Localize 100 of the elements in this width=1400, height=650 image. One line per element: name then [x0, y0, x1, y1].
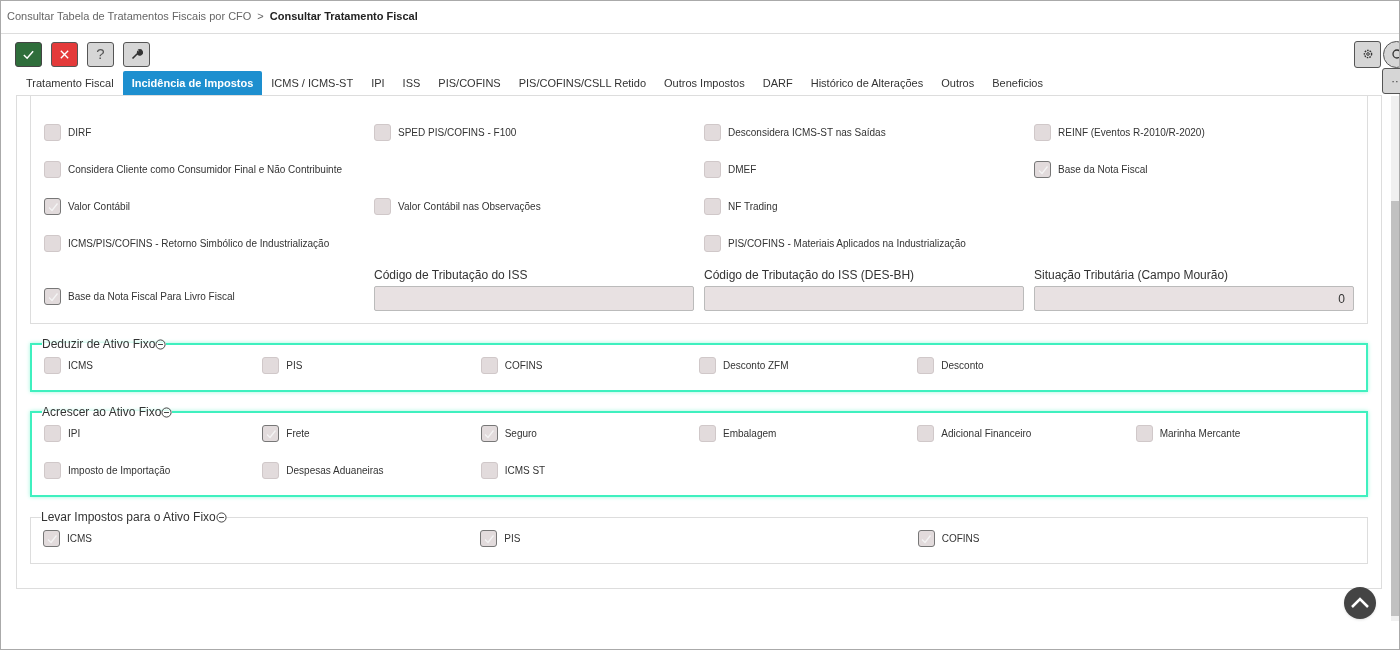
checkbox[interactable] — [44, 288, 61, 305]
checkbox-label: Base da Nota Fiscal Para Livro Fiscal — [68, 290, 235, 304]
checkbox-label: Adicional Financeiro — [941, 427, 1032, 441]
tab[interactable]: Outros Impostos — [655, 71, 754, 95]
checkbox[interactable] — [44, 357, 61, 374]
checkbox-label: COFINS — [941, 532, 980, 546]
cancel-button[interactable] — [51, 41, 78, 67]
field-label: Código de Tributação do ISS — [374, 267, 529, 284]
tab[interactable]: IPI — [362, 71, 394, 95]
checkbox-label: Desconto ZFM — [723, 359, 789, 373]
checkbox[interactable] — [44, 425, 61, 442]
checkbox[interactable] — [699, 357, 716, 374]
checkbox[interactable] — [704, 198, 721, 215]
checkbox[interactable] — [1034, 161, 1051, 178]
group-title: Acrescer ao Ativo Fixo — [42, 404, 162, 421]
checkbox-label: Valor Contábil — [68, 200, 131, 214]
checkbox-label: PIS/COFINS - Materiais Aplicados na Industrialização — [728, 237, 966, 251]
check-icon — [45, 532, 58, 545]
checkbox[interactable] — [262, 462, 280, 479]
checkbox-label: PIS — [286, 359, 303, 373]
checkbox-label: REINF (Eventos R-2010/R-2020) — [1058, 126, 1205, 140]
tab[interactable]: ISS — [393, 71, 430, 95]
checkbox[interactable] — [44, 161, 61, 178]
checkbox[interactable] — [480, 462, 498, 479]
check-icon — [920, 532, 933, 545]
group-title: Deduzir de Ativo Fixo — [42, 336, 156, 353]
checkbox-label: Desconsidera ICMS-ST nas Saídas — [728, 126, 886, 140]
tab[interactable]: PIS/COFINS — [429, 71, 510, 95]
checkbox[interactable] — [262, 425, 280, 442]
checkbox[interactable] — [704, 235, 721, 252]
tab[interactable]: Tratamento Fiscal — [17, 71, 123, 95]
check-icon — [483, 427, 496, 440]
checkbox[interactable] — [44, 198, 61, 215]
tab[interactable]: PIS/COFINS/CSLL Retido — [509, 71, 656, 95]
chevron-up-icon — [1350, 597, 1370, 609]
input-field[interactable]: 0 — [1034, 286, 1354, 311]
checkbox-label: Imposto de Importação — [68, 464, 171, 478]
breadcrumb-current: Consultar Tratamento Fiscal — [269, 9, 418, 25]
checkbox[interactable] — [374, 198, 391, 215]
checkbox-label: NF Trading — [728, 200, 778, 214]
scroll-top-button[interactable] — [1344, 587, 1376, 619]
checkbox[interactable] — [917, 357, 935, 374]
gear-icon — [1361, 48, 1374, 60]
checkbox[interactable] — [44, 462, 61, 479]
input-field[interactable] — [374, 286, 694, 311]
checkbox[interactable] — [374, 124, 391, 141]
breadcrumb-link[interactable]: Consultar Tabela de Tratamentos Fiscais por CFO — [7, 8, 252, 25]
tab[interactable]: Histórico de Alterações — [801, 71, 933, 95]
collapse-icon[interactable] — [155, 338, 167, 350]
settings-button[interactable] — [1354, 40, 1381, 68]
checkbox[interactable] — [699, 425, 716, 442]
collapse-icon[interactable] — [161, 406, 173, 418]
checkbox-label: Frete — [286, 427, 310, 441]
check-icon — [46, 200, 59, 213]
checkbox[interactable] — [704, 161, 721, 178]
scrollbar-thumb[interactable] — [1391, 201, 1399, 616]
tab[interactable]: DARF — [753, 71, 802, 95]
check-icon — [1036, 163, 1049, 176]
checkbox-label: ICMS — [68, 359, 93, 373]
checkbox[interactable] — [1135, 425, 1153, 442]
checkbox-label: Marinha Mercante — [1159, 427, 1241, 441]
tab[interactable]: Incidência de Impostos — [122, 71, 263, 95]
checkbox-label: DIRF — [68, 126, 92, 140]
tab[interactable]: Beneficios — [983, 71, 1052, 95]
group-title: Levar Impostos para o Ativo Fixo — [41, 509, 216, 526]
checkbox[interactable] — [44, 235, 61, 252]
tools-button[interactable] — [123, 41, 150, 67]
field-label: Situação Tributária (Campo Mourão) — [1034, 267, 1230, 284]
confirm-button[interactable] — [15, 41, 42, 67]
checkbox[interactable] — [480, 425, 498, 442]
more-button[interactable]: ·· — [1382, 68, 1400, 94]
checkbox[interactable] — [704, 124, 721, 141]
checkbox[interactable] — [480, 530, 498, 547]
checkbox-label: Desconto — [941, 359, 984, 373]
checkbox[interactable] — [44, 124, 61, 141]
checkbox[interactable] — [917, 425, 935, 442]
check-icon — [264, 427, 277, 440]
checkbox-label: IPI — [68, 427, 81, 441]
search-icon — [1390, 48, 1400, 60]
checkbox[interactable] — [1034, 124, 1051, 141]
field-label: Código de Tributação do ISS (DES-BH) — [704, 267, 916, 284]
collapse-icon[interactable] — [215, 511, 227, 523]
checkbox-label: PIS — [504, 532, 521, 546]
wrench-icon — [130, 48, 143, 60]
check-icon — [46, 290, 59, 303]
checkbox-label: ICMS — [67, 532, 92, 546]
checkbox-label: Embalagem — [723, 427, 777, 441]
checkbox-label: Valor Contábil nas Observações — [398, 200, 541, 214]
checkbox-label: ICMS/PIS/COFINS - Retorno Simbólico de Industrialização — [68, 237, 330, 251]
checkbox-label: Base da Nota Fiscal — [1058, 163, 1148, 177]
tab[interactable]: Outros — [932, 71, 984, 95]
checkbox[interactable] — [917, 530, 935, 547]
checkbox-label: DMEF — [728, 163, 757, 177]
help-button[interactable]: ? — [87, 41, 114, 67]
input-field[interactable] — [704, 286, 1024, 311]
checkbox[interactable] — [262, 357, 280, 374]
checkbox[interactable] — [480, 357, 498, 374]
checkbox[interactable] — [43, 530, 60, 547]
checkbox-label: COFINS — [504, 359, 543, 373]
tab[interactable]: ICMS / ICMS-ST — [262, 71, 363, 95]
